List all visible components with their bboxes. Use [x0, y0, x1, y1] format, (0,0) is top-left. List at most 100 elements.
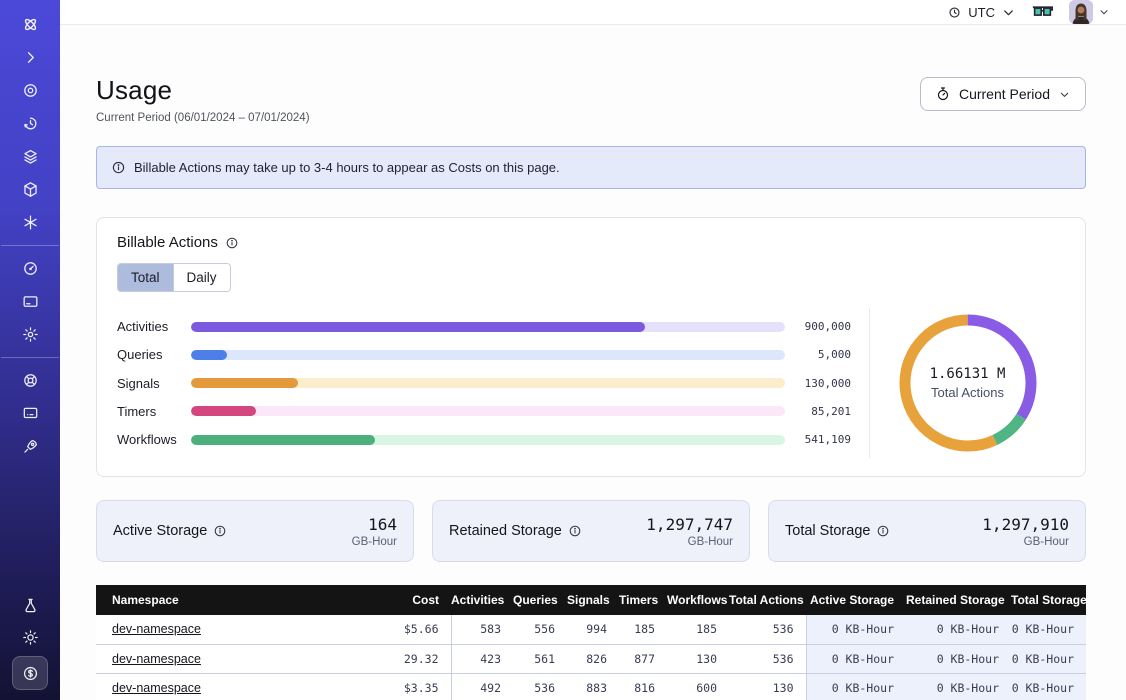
info-icon[interactable] — [213, 524, 227, 538]
storage-card-unit: GB-Hour — [646, 536, 733, 548]
sidebar-item-billing-card[interactable] — [12, 289, 48, 315]
sidebar-item-lifebuoy[interactable] — [12, 368, 48, 394]
table-row: dev-namespace$5.665835569941851855360 KB… — [96, 615, 1086, 644]
storage-card-active-storage: Active Storage164GB-Hour — [96, 500, 414, 562]
column-header-timers: Timers — [619, 585, 667, 615]
cell-active_storage: 0 KB-Hour — [806, 644, 906, 673]
sidebar-item-chevron-right[interactable] — [12, 45, 48, 71]
bar-track — [191, 322, 785, 332]
tab-total[interactable]: Total — [118, 264, 174, 291]
sidebar-item-cube[interactable] — [12, 177, 48, 203]
sidebar-item-gauge[interactable] — [12, 256, 48, 282]
info-icon[interactable] — [225, 236, 239, 250]
period-dropdown-label: Current Period — [959, 86, 1050, 102]
cell-signals: 994 — [567, 615, 619, 644]
bar-fill — [191, 378, 298, 388]
bar-track — [191, 435, 785, 445]
sidebar-item-namespaces[interactable] — [12, 78, 48, 104]
clock-icon — [947, 5, 962, 20]
bar-label: Queries — [117, 347, 191, 362]
feedback-glasses-button[interactable] — [1032, 4, 1053, 21]
billable-actions-title: Billable Actions — [117, 234, 218, 251]
bar-row-activities: Activities900,000 — [117, 314, 851, 339]
sidebar-item-dollar-coin[interactable] — [12, 656, 48, 690]
cell-activities: 423 — [451, 644, 513, 673]
sidebar-item-sun[interactable] — [12, 624, 48, 650]
sidebar-item-temporal-logo[interactable] — [12, 12, 48, 38]
bar-row-queries: Queries 5,000 — [117, 342, 851, 367]
column-header-workflows: Workflows — [667, 585, 729, 615]
chevron-right-icon — [21, 48, 40, 67]
bar-chart: Activities900,000Queries5,000Signals130,… — [117, 308, 869, 458]
namespace-link[interactable]: dev-namespace — [112, 622, 201, 636]
glasses-icon — [1032, 4, 1053, 21]
sidebar-item-asterisk[interactable] — [12, 210, 48, 236]
cell-active_storage: 0 KB-Hour — [806, 615, 906, 644]
sidebar-group — [0, 8, 60, 239]
bar-value: 5,000 — [785, 348, 851, 361]
storage-card-total-storage: Total Storage 1,297,910 GB-Hour — [768, 500, 1086, 562]
bar-fill — [191, 435, 375, 445]
sidebar-item-monitor[interactable] — [12, 401, 48, 427]
donut-panel: 1.66131 M Total Actions — [869, 308, 1065, 458]
sidebar-item-rocket[interactable] — [12, 434, 48, 460]
flask-icon — [21, 596, 40, 615]
namespace-usage-table: NamespaceCostActivitiesQueriesSignalsTim… — [96, 585, 1086, 700]
storage-card-label: Active Storage — [113, 523, 207, 539]
info-icon[interactable] — [876, 524, 890, 538]
info-icon — [111, 160, 126, 175]
sidebar-item-gear[interactable] — [12, 322, 48, 348]
cell-namespace: dev-namespace — [96, 615, 356, 644]
cell-timers: 185 — [619, 615, 667, 644]
topbar: UTC — [60, 0, 1126, 25]
bar-fill — [191, 406, 256, 416]
namespaces-icon — [21, 81, 40, 100]
table-row: dev-namespace29.324235618268771305360 KB… — [96, 644, 1086, 673]
column-header-retained_storage: Retained Storage — [906, 585, 1011, 615]
namespace-link[interactable]: dev-namespace — [112, 652, 201, 666]
total-actions-value: 1.66131 M — [930, 366, 1006, 382]
cube-icon — [21, 180, 40, 199]
rocket-icon — [21, 437, 40, 456]
cell-signals: 883 — [567, 673, 619, 700]
lifebuoy-icon — [21, 371, 40, 390]
cell-activities: 583 — [451, 615, 513, 644]
storage-card-label: Retained Storage — [449, 523, 562, 539]
timezone-selector[interactable]: UTC — [947, 5, 1016, 20]
cell-total_storage: 0 KB-Hour — [1011, 673, 1086, 700]
avatar — [1069, 0, 1093, 24]
storage-card-value: 1,297,910 — [982, 515, 1069, 534]
user-menu[interactable] — [1069, 0, 1110, 24]
cell-queries: 556 — [513, 615, 567, 644]
sidebar-item-history[interactable] — [12, 111, 48, 137]
cell-queries: 561 — [513, 644, 567, 673]
billable-actions-chart: Activities900,000Queries5,000Signals130,… — [117, 308, 1065, 458]
bar-track — [191, 350, 785, 360]
column-header-cost: Cost — [356, 585, 451, 615]
info-icon[interactable] — [568, 524, 582, 538]
main-area: UTC — [60, 0, 1126, 700]
column-header-queries: Queries — [513, 585, 567, 615]
info-banner-text: Billable Actions may take up to 3-4 hour… — [134, 160, 560, 175]
storage-summary-row: Active Storage164GB-Hour Retained Storage… — [96, 500, 1086, 562]
period-dropdown-button[interactable]: Current Period — [920, 77, 1086, 111]
namespace-link[interactable]: dev-namespace — [112, 681, 201, 695]
sidebar-item-layers[interactable] — [12, 144, 48, 170]
asterisk-icon — [21, 213, 40, 232]
bar-label: Timers — [117, 404, 191, 419]
storage-card-unit: GB-Hour — [982, 536, 1069, 548]
bar-label: Activities — [117, 319, 191, 334]
bar-label: Signals — [117, 376, 191, 391]
stopwatch-icon — [935, 86, 951, 102]
tab-daily[interactable]: Daily — [174, 264, 230, 291]
cell-total_actions: 130 — [729, 673, 806, 700]
cell-queries: 536 — [513, 673, 567, 700]
bar-fill — [191, 350, 227, 360]
bar-value: 541,109 — [785, 433, 851, 446]
sidebar-item-flask[interactable] — [12, 592, 48, 618]
sidebar-group — [0, 252, 60, 351]
bar-label: Workflows — [117, 432, 191, 447]
cell-total_actions: 536 — [729, 615, 806, 644]
cell-retained_storage: 0 KB-Hour — [906, 644, 1011, 673]
storage-card-label: Total Storage — [785, 523, 870, 539]
